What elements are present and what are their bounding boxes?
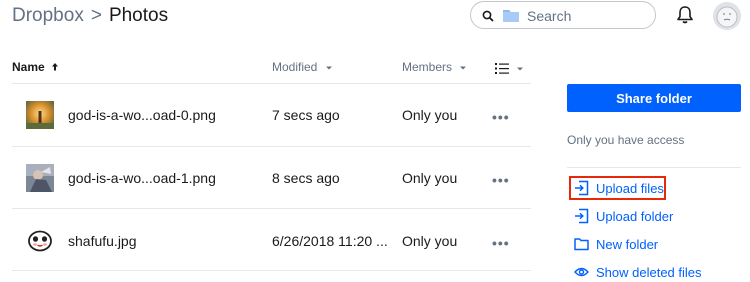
- view-options-button[interactable]: [495, 61, 524, 79]
- row-divider: [12, 208, 531, 209]
- chevron-down-icon: [517, 67, 524, 71]
- upload-folder-link[interactable]: Upload folder: [574, 206, 673, 226]
- upload-files-label: Upload files: [596, 180, 664, 196]
- chevron-down-icon: [325, 66, 332, 70]
- avatar-face-icon: [713, 2, 741, 30]
- search-input[interactable]: Search: [527, 8, 571, 24]
- page-title: Photos: [108, 5, 169, 26]
- more-options-button[interactable]: •••: [492, 110, 510, 124]
- notification-bell-icon[interactable]: [676, 5, 694, 25]
- new-folder-label: New folder: [596, 236, 659, 252]
- breadcrumb: Dropbox > Photos: [12, 4, 168, 28]
- list-view-icon: [495, 63, 509, 74]
- row-divider: [12, 270, 531, 271]
- sidebar-divider: [567, 167, 741, 168]
- image-thumbnail: [26, 164, 54, 192]
- upload-files-link[interactable]: Upload files: [574, 178, 664, 198]
- upload-folder-icon: [575, 208, 589, 224]
- column-header-name-label: Name: [12, 60, 45, 74]
- upload-files-icon: [575, 180, 589, 196]
- file-modified: 7 secs ago: [272, 107, 340, 123]
- file-modified: 6/26/2018 11:20 ...: [272, 233, 388, 249]
- more-options-button[interactable]: •••: [492, 236, 510, 250]
- breadcrumb-root-link[interactable]: Dropbox: [12, 5, 84, 26]
- file-modified: 8 secs ago: [272, 170, 340, 186]
- upload-folder-label: Upload folder: [596, 208, 674, 224]
- folder-icon: [574, 238, 589, 251]
- file-members: Only you: [402, 233, 458, 249]
- more-options-button[interactable]: •••: [492, 173, 510, 187]
- share-folder-button[interactable]: Share folder: [567, 84, 741, 112]
- eye-icon: [574, 267, 589, 277]
- column-header-modified[interactable]: Modified: [272, 60, 333, 74]
- show-deleted-files-link[interactable]: Show deleted files: [574, 262, 702, 282]
- show-deleted-files-label: Show deleted files: [596, 264, 702, 280]
- column-header-name[interactable]: Name: [12, 60, 59, 74]
- access-info: Only you have access: [567, 133, 685, 147]
- search-icon: [482, 10, 494, 22]
- column-header-modified-label: Modified: [272, 60, 318, 74]
- new-folder-link[interactable]: New folder: [574, 234, 658, 254]
- sort-ascending-icon: [52, 63, 59, 71]
- row-divider: [12, 146, 531, 147]
- file-name[interactable]: god-is-a-wo...oad-0.png: [68, 107, 216, 123]
- image-thumbnail: [26, 101, 54, 129]
- folder-icon: [503, 10, 519, 22]
- file-name[interactable]: god-is-a-wo...oad-1.png: [68, 170, 216, 186]
- breadcrumb-separator: >: [90, 5, 102, 26]
- chevron-down-icon: [460, 66, 467, 70]
- column-header-members-label: Members: [402, 60, 453, 74]
- file-name[interactable]: shafufu.jpg: [68, 233, 137, 249]
- search-box[interactable]: Search: [470, 1, 656, 29]
- file-members: Only you: [402, 170, 458, 186]
- row-divider: [12, 83, 531, 84]
- column-header-members[interactable]: Members: [402, 60, 467, 74]
- user-avatar[interactable]: [713, 2, 741, 30]
- image-thumbnail: [26, 226, 54, 254]
- file-members: Only you: [402, 107, 458, 123]
